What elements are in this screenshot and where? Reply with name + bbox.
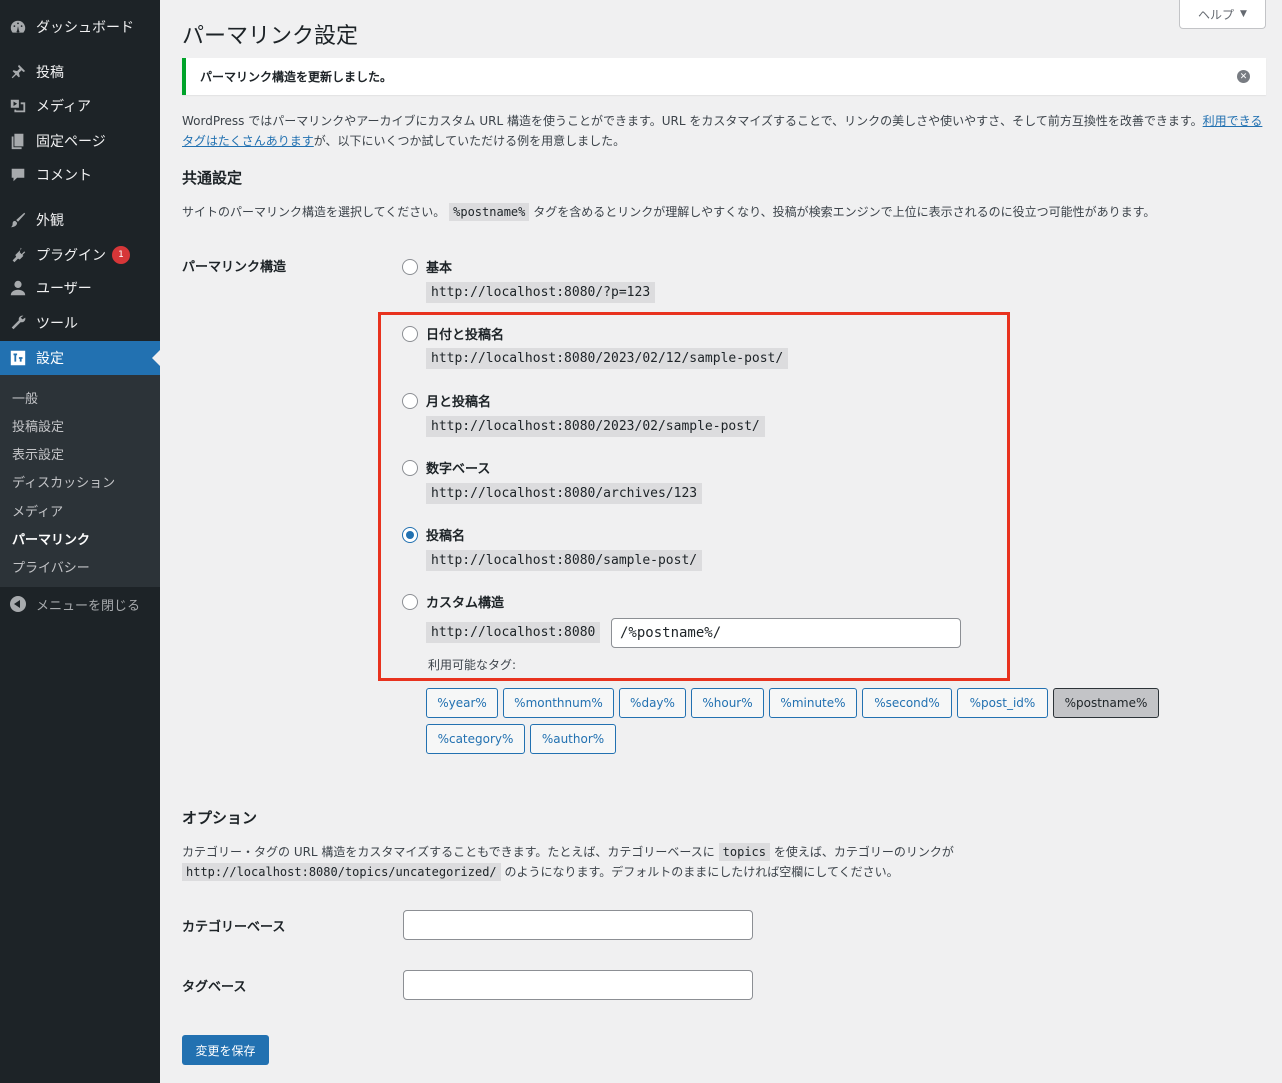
pin-icon [8, 62, 28, 82]
sidebar-item-label: ツール [36, 316, 78, 332]
options-text-3: のようになります。デフォルトのままにしたければ空欄にしてください。 [504, 865, 899, 879]
help-label: ヘルプ [1198, 7, 1235, 22]
intro-text-after: が、以下にいくつか試していただける例を用意しました。 [313, 134, 626, 148]
collapse-menu-label: メニューを閉じる [36, 598, 141, 614]
plugin-icon [8, 245, 28, 265]
sidebar-item-settings[interactable]: 設定 [0, 341, 160, 375]
media-icon [8, 96, 28, 116]
sidebar-item-label: 固定ページ [36, 134, 106, 150]
caret-down-icon: ▼ [1240, 9, 1247, 19]
submenu-item-discussion[interactable]: ディスカッション [12, 472, 115, 491]
common-settings-heading: 共通設定 [182, 169, 243, 187]
notice-text: パーマリンク構造を更新しました。 [200, 70, 393, 84]
sidebar-item-plugins[interactable]: プラグイン 1 [0, 238, 160, 272]
submenu-item-general[interactable]: 一般 [12, 388, 38, 407]
page-icon [8, 131, 28, 151]
tag-button-category[interactable]: %category% [426, 724, 525, 754]
example-url-code: http://localhost:8080/topics/uncategoriz… [182, 863, 501, 881]
comment-icon [8, 165, 28, 185]
postname-code: %postname% [449, 203, 530, 221]
sidebar-item-label: ユーザー [36, 281, 92, 297]
tag-button-minute[interactable]: %minute% [769, 688, 857, 718]
tag-button-postname[interactable]: %postname% [1053, 688, 1159, 718]
topics-code: topics [718, 843, 770, 861]
tag-button-author[interactable]: %author% [530, 724, 616, 754]
desc-after: タグを含めるとリンクが理解しやすくなり、投稿が検索エンジンで上位に表示されるのに… [533, 205, 1156, 219]
url-plain: http://localhost:8080/?p=123 [426, 282, 656, 303]
submenu-item-reading[interactable]: 表示設定 [12, 444, 64, 463]
wrench-icon [8, 313, 28, 333]
sidebar-item-pages[interactable]: 固定ページ [0, 124, 160, 158]
option-label: 基本 [426, 261, 453, 276]
submenu-item-writing[interactable]: 投稿設定 [12, 416, 64, 435]
admin-sidebar: ダッシュボード 投稿 メディア 固定ページ コメント 外観 プラグイン 1 ユー… [0, 0, 160, 1083]
settings-submenu: 一般 投稿設定 表示設定 ディスカッション メディア パーマリンク プライバシー [0, 375, 160, 587]
collapse-menu-button[interactable]: メニューを閉じる [0, 591, 160, 617]
sidebar-item-comments[interactable]: コメント [0, 158, 160, 192]
common-settings-description: サイトのパーマリンク構造を選択してください。 %postname% タグを含める… [182, 202, 1266, 222]
intro-text-before: WordPress ではパーマリンクやアーカイブにカスタム URL 構造を使うこ… [182, 114, 1203, 128]
radio-plain[interactable] [402, 258, 418, 275]
tag-button-second[interactable]: %second% [862, 688, 952, 718]
user-icon [8, 278, 28, 298]
settings-icon [8, 348, 28, 368]
tag-base-label: タグベース [182, 980, 247, 995]
sidebar-item-label: メディア [36, 99, 92, 115]
dismiss-icon[interactable]: ✕ [1237, 70, 1250, 83]
collapse-arrow-icon [10, 596, 26, 612]
sidebar-item-label: 外観 [36, 213, 64, 229]
category-base-label: カテゴリーベース [182, 920, 286, 935]
category-base-input[interactable] [403, 910, 753, 940]
submenu-item-privacy[interactable]: プライバシー [12, 557, 90, 576]
intro-text: WordPress ではパーマリンクやアーカイブにカスタム URL 構造を使うこ… [182, 111, 1266, 151]
brush-icon [8, 210, 28, 230]
tag-button-day[interactable]: %day% [619, 688, 686, 718]
submenu-item-permalinks[interactable]: パーマリンク [12, 529, 90, 548]
dashboard-icon [8, 17, 28, 37]
success-notice: パーマリンク構造を更新しました。 ✕ [182, 58, 1266, 95]
permalink-structure-label: パーマリンク構造 [182, 260, 287, 275]
desc-before: サイトのパーマリンク構造を選択してください。 [182, 205, 446, 219]
tag-button-monthnum[interactable]: %monthnum% [503, 688, 614, 718]
update-count-badge: 1 [112, 246, 130, 264]
sidebar-item-dashboard[interactable]: ダッシュボード [0, 10, 160, 44]
help-button[interactable]: ヘルプ ▼ [1179, 0, 1266, 29]
sidebar-item-media[interactable]: メディア [0, 89, 160, 123]
sidebar-item-users[interactable]: ユーザー [0, 271, 160, 305]
sidebar-item-label: ダッシュボード [36, 20, 134, 36]
sidebar-item-posts[interactable]: 投稿 [0, 55, 160, 89]
tag-button-post-id[interactable]: %post_id% [957, 688, 1048, 718]
options-description: カテゴリー・タグの URL 構造をカスタマイズすることもできます。たとえば、カテ… [182, 842, 1266, 882]
sidebar-item-label: 設定 [36, 351, 64, 367]
sidebar-item-appearance[interactable]: 外観 [0, 203, 160, 237]
option-plain[interactable]: 基本 [402, 257, 452, 276]
sidebar-item-tools[interactable]: ツール [0, 306, 160, 340]
page-title: パーマリンク設定 [182, 24, 359, 49]
tag-button-hour[interactable]: %hour% [691, 688, 764, 718]
tag-button-year[interactable]: %year% [426, 688, 498, 718]
options-text-1: カテゴリー・タグの URL 構造をカスタマイズすることもできます。たとえば、カテ… [182, 845, 715, 859]
sidebar-item-label: 投稿 [36, 65, 64, 81]
save-changes-button[interactable]: 変更を保存 [182, 1035, 269, 1065]
tag-base-input[interactable] [403, 970, 753, 1000]
sidebar-item-label: プラグイン [36, 248, 106, 264]
options-heading: オプション [182, 809, 258, 827]
options-text-2: を使えば、カテゴリーのリンクが [773, 845, 954, 859]
sidebar-item-label: コメント [36, 168, 92, 184]
highlight-annotation-box [378, 312, 1010, 681]
submenu-item-media[interactable]: メディア [12, 501, 63, 520]
